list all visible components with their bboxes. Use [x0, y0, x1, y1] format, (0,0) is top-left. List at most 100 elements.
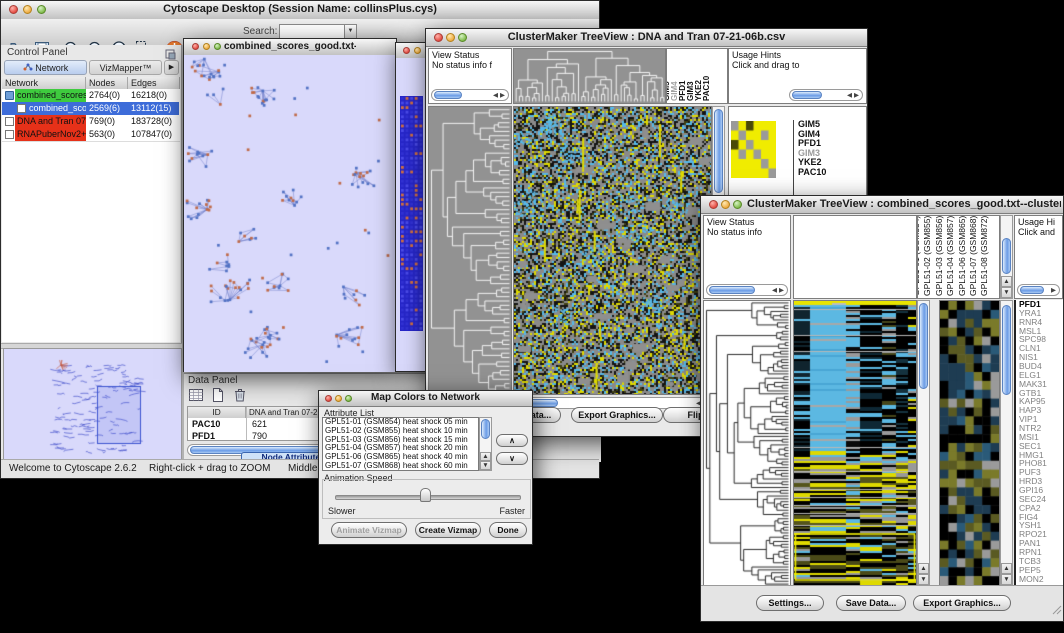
zoom-button[interactable]: [214, 43, 221, 50]
minimize-button[interactable]: [203, 43, 210, 50]
row-dendrogram-canvas[interactable]: [428, 106, 512, 395]
network-list-row[interactable]: DNA and Tran 07769(0)183728(0): [2, 115, 179, 128]
tab-vizmapper[interactable]: VizMapper™: [89, 60, 162, 75]
scrollbar-thumb[interactable]: [434, 91, 462, 99]
scrollbar-thumb[interactable]: [792, 91, 822, 99]
search-input[interactable]: [279, 24, 347, 39]
scroll-right-arrow[interactable]: ▶: [779, 287, 784, 294]
zoom-heatmap-canvas[interactable]: [939, 300, 1000, 586]
minimize-button[interactable]: [414, 47, 421, 54]
search-dropdown-button[interactable]: ▼: [344, 24, 357, 39]
scrollbar-thumb[interactable]: [714, 109, 723, 193]
close-button[interactable]: [192, 43, 199, 50]
dialog-titlebar[interactable]: Map Colors to Network: [319, 391, 532, 407]
column-dendrogram-canvas[interactable]: [513, 48, 666, 104]
scroll-down-arrow[interactable]: ▼: [918, 574, 929, 585]
network-overview-canvas[interactable]: [3, 348, 182, 462]
new-attribute-button[interactable]: [210, 387, 228, 405]
scrollbar-thumb[interactable]: [1002, 238, 1011, 274]
done-button[interactable]: Done: [489, 522, 527, 538]
minimize-button[interactable]: [23, 5, 32, 14]
network-view-titlebar[interactable]: combined_scores_good.txt--cluste...: [184, 39, 396, 56]
scroll-left-arrow[interactable]: ◀: [847, 92, 852, 99]
animate-vizmap-button[interactable]: Animate Vizmap: [331, 522, 407, 538]
header-network[interactable]: Network: [2, 77, 86, 89]
scrollbar-thumb[interactable]: [1020, 286, 1044, 294]
network-view-canvas[interactable]: [184, 55, 396, 372]
usage-hints-scrollbar[interactable]: ◀ ▶: [789, 89, 863, 101]
close-button[interactable]: [9, 5, 18, 14]
create-vizmap-button[interactable]: Create Vizmap: [415, 522, 481, 538]
network-name[interactable]: DNA and Tran 07: [15, 115, 86, 128]
scroll-left-arrow[interactable]: ◀: [493, 92, 498, 99]
zoom-vscrollbar[interactable]: ▲ ▼: [1000, 300, 1013, 586]
network-list-row[interactable]: combined_scores2764(0)16218(0): [2, 89, 179, 102]
scroll-down-arrow[interactable]: ▼: [1001, 574, 1012, 585]
minimize-button[interactable]: [335, 395, 342, 402]
header-nodes[interactable]: Nodes: [86, 77, 128, 89]
scroll-right-arrow[interactable]: ▶: [1051, 287, 1056, 294]
scrollbar-thumb[interactable]: [709, 286, 755, 294]
attribute-list[interactable]: GPL51-01 (GSM854) heat shock 05 minGPL51…: [322, 417, 479, 471]
usage-hints-scrollbar[interactable]: ▶: [1017, 284, 1060, 296]
treeview2-titlebar[interactable]: ClusterMaker TreeView : combined_scores_…: [701, 196, 1063, 214]
delete-attribute-button[interactable]: [232, 387, 250, 405]
document-icon: [17, 104, 26, 113]
scrollbar-thumb[interactable]: [919, 303, 928, 389]
gene-label[interactable]: PAC10: [798, 168, 866, 178]
network-name[interactable]: RNAPuberNov2+: [15, 128, 86, 141]
scroll-up-arrow[interactable]: ▲: [480, 452, 491, 461]
select-attributes-button[interactable]: [188, 387, 206, 405]
labels-vscrollbar[interactable]: ▲ ▼: [1000, 215, 1013, 299]
resize-grip[interactable]: [1050, 602, 1062, 620]
scroll-up-arrow[interactable]: ▲: [1001, 276, 1012, 287]
scrollbar-thumb[interactable]: [481, 419, 490, 439]
network-name[interactable]: combined_sco: [27, 102, 86, 115]
treeview1-titlebar[interactable]: ClusterMaker TreeView : DNA and Tran 07-…: [426, 29, 867, 47]
summary-matrix-canvas[interactable]: [731, 121, 776, 178]
close-button[interactable]: [434, 33, 443, 42]
scrollbar-thumb[interactable]: [1002, 305, 1011, 395]
view-status-scrollbar[interactable]: ◀ ▶: [706, 284, 788, 296]
network-list-row[interactable]: combined_sco2569(6)13112(15): [2, 102, 179, 115]
zoom-button[interactable]: [733, 200, 742, 209]
close-button[interactable]: [403, 47, 410, 54]
scroll-up-arrow[interactable]: ▲: [1001, 563, 1012, 574]
close-button[interactable]: [709, 200, 718, 209]
main-titlebar[interactable]: Cytoscape Desktop (Session Name: collins…: [1, 1, 599, 20]
column-dendrogram-area[interactable]: [793, 215, 917, 299]
scroll-down-arrow[interactable]: ▼: [1001, 287, 1012, 298]
tab-overflow-button[interactable]: ▶: [164, 60, 179, 75]
scroll-right-arrow[interactable]: ▶: [854, 92, 859, 99]
save-data-button[interactable]: Save Data...: [836, 595, 906, 611]
move-down-button[interactable]: ∨: [496, 452, 528, 465]
export-graphics-button[interactable]: Export Graphics...: [913, 595, 1011, 611]
export-graphics-button[interactable]: Export Graphics...: [571, 407, 663, 423]
attribute-list-item[interactable]: GPL51-07 (GSM868) heat shock 60 min: [323, 462, 478, 471]
heatmap-vscrollbar[interactable]: ▲ ▼: [917, 300, 930, 586]
settings-button[interactable]: Settings...: [756, 595, 824, 611]
heatmap-canvas[interactable]: [793, 300, 917, 586]
row-dendrogram-canvas[interactable]: [703, 300, 791, 586]
gene-label[interactable]: MON2: [1019, 575, 1063, 584]
attribute-list-scrollbar[interactable]: ▲ ▼: [479, 417, 492, 471]
move-up-button[interactable]: ∧: [496, 434, 528, 447]
network-name[interactable]: combined_scores: [15, 89, 86, 102]
tab-network[interactable]: Network: [4, 60, 87, 75]
scroll-right-arrow[interactable]: ▶: [500, 92, 505, 99]
treeview2-title: ClusterMaker TreeView : combined_scores_…: [747, 198, 1061, 210]
close-button[interactable]: [325, 395, 332, 402]
minimize-button[interactable]: [446, 33, 455, 42]
scroll-down-arrow[interactable]: ▼: [480, 461, 491, 470]
scroll-up-arrow[interactable]: ▲: [918, 563, 929, 574]
zoom-button[interactable]: [345, 395, 352, 402]
grid-network-canvas[interactable]: [400, 96, 423, 331]
scroll-left-arrow[interactable]: ◀: [772, 287, 777, 294]
network-list-row[interactable]: RNAPuberNov2+563(0)107847(0): [2, 128, 179, 141]
heatmap-canvas[interactable]: [513, 106, 712, 395]
minimize-button[interactable]: [721, 200, 730, 209]
header-edges[interactable]: Edges: [128, 77, 180, 89]
speed-slider-thumb[interactable]: [420, 488, 431, 502]
view-status-scrollbar[interactable]: ◀ ▶: [431, 89, 509, 101]
id-column-header[interactable]: ID: [188, 407, 246, 418]
